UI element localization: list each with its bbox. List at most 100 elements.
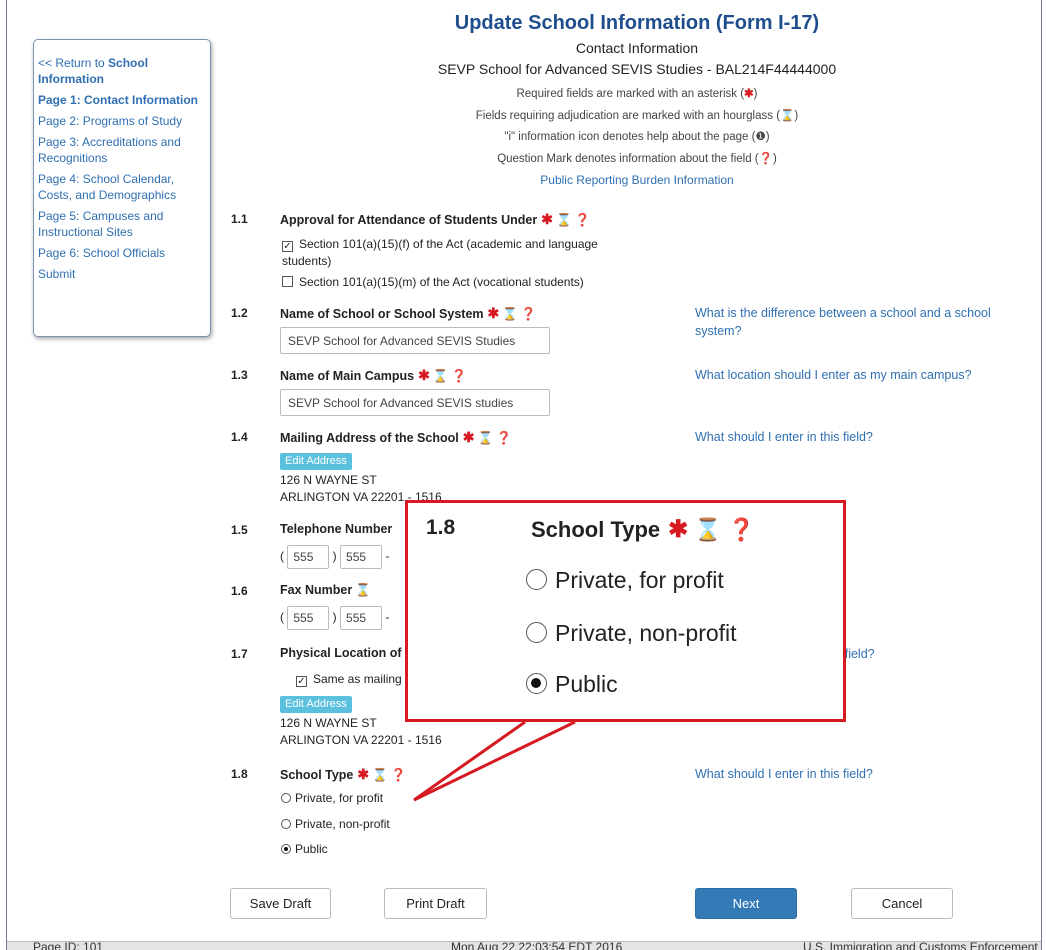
radio-private-non-profit[interactable]: Private, non-profit <box>281 817 390 831</box>
asterisk-icon: ✱ <box>668 516 689 543</box>
school-name-input[interactable]: SEVP School for Advanced SEVIS Studies <box>280 327 550 354</box>
footer-agency: U.S. Immigration and Customs Enforcement <box>803 941 1038 950</box>
radio-public[interactable]: Public <box>281 842 328 856</box>
field-label-main-campus: Name of Main Campus ✱ ⌛ ❓ <box>280 367 467 384</box>
callout-field-label: School Type ✱ ⌛ ❓ <box>531 516 756 543</box>
sidebar-item-school-officials[interactable]: Page 6: School Officials <box>38 245 206 261</box>
legend-question: Question Mark denotes information about … <box>497 153 777 165</box>
asterisk-icon: ✱ <box>541 211 553 227</box>
same-as-mailing-checkbox[interactable]: ✓ Same as mailing <box>296 671 402 688</box>
field-number: 1.2 <box>231 306 248 320</box>
field-number: 1.5 <box>231 523 248 537</box>
cancel-button[interactable]: Cancel <box>851 888 953 919</box>
return-to-school-info-link[interactable]: << Return to School Information <box>38 55 206 87</box>
field-label-fax: Fax Number ⌛ <box>280 583 371 597</box>
page-id: Page ID: 101 <box>33 941 104 950</box>
help-link-main-campus[interactable]: What location should I enter as my main … <box>695 366 972 384</box>
next-button[interactable]: Next <box>695 888 797 919</box>
hourglass-icon: ⌛ <box>555 213 572 227</box>
field-number: 1.4 <box>231 430 248 444</box>
radio-selected <box>526 673 547 694</box>
hourglass-icon: ⌛ <box>372 768 388 782</box>
page-footer: Page ID: 101 Mon Aug 22 22:03:54 EDT 201… <box>7 941 1041 950</box>
school-name-code: SEVP School for Advanced SEVIS Studies -… <box>437 61 837 77</box>
checkbox-section-f-cont: students) <box>282 254 332 268</box>
field-label-mailing-address: Mailing Address of the School ✱ ⌛ ❓ <box>280 429 512 446</box>
sidebar-item-contact-information: Page 1: Contact Information <box>38 93 199 107</box>
sidebar-item-programs-of-study[interactable]: Page 2: Programs of Study <box>38 113 206 129</box>
print-draft-button[interactable]: Print Draft <box>384 888 487 919</box>
asterisk-icon: ✱ <box>487 305 500 321</box>
checkbox-section-m[interactable]: Section 101(a)(15)(m) of the Act (vocati… <box>282 274 584 291</box>
page-subtitle: Contact Information <box>575 40 699 56</box>
radio-unselected <box>526 569 547 590</box>
asterisk-icon: ✱ <box>357 766 370 782</box>
hourglass-icon: ⌛ <box>477 431 494 445</box>
question-icon[interactable]: ❓ <box>575 213 591 228</box>
sidebar-item-campuses[interactable]: Page 5: Campuses and Instructional Sites <box>38 208 206 240</box>
asterisk-icon: ✱ <box>418 367 430 383</box>
phone-prefix-input[interactable]: 555 <box>340 545 383 569</box>
edit-mailing-address-button[interactable]: Edit Address <box>280 453 352 470</box>
callout-option-public: Public <box>526 671 618 698</box>
field-label-physical-location: Physical Location of <box>280 646 402 660</box>
callout-option-private-non-profit: Private, non-profit <box>526 620 737 647</box>
main-campus-input[interactable]: SEVP School for Advanced SEVIS studies <box>280 389 550 416</box>
field-label-approval: Approval for Attendance of Students Unde… <box>280 211 591 228</box>
field-label-school-type: School Type ✱ ⌛ ❓ <box>280 766 407 783</box>
checkbox-section-f[interactable]: ✓ Section 101(a)(15)(f) of the Act (acade… <box>282 236 598 253</box>
help-link-mailing-address[interactable]: What should I enter in this field? <box>695 428 873 446</box>
zoom-callout-school-type: 1.8 School Type ✱ ⌛ ❓ Private, for profit P… <box>405 500 846 722</box>
field-label-telephone: Telephone Number <box>280 522 393 536</box>
asterisk-icon: ✱ <box>462 429 475 445</box>
question-icon[interactable]: ❓ <box>496 431 512 446</box>
checkbox-unchecked[interactable] <box>282 276 293 287</box>
radio-unselected <box>526 622 547 643</box>
asterisk-icon: ✱ <box>744 88 754 100</box>
question-icon[interactable]: ❓ <box>521 307 537 322</box>
hourglass-icon: ⌛ <box>502 307 518 321</box>
checkbox-checked[interactable]: ✓ <box>296 676 307 687</box>
sidebar-nav: << Return to School Information Page 1: … <box>33 39 211 337</box>
page-title: Update School Information (Form I-17) <box>454 12 820 34</box>
help-link-school-vs-system[interactable]: What is the difference between a school … <box>695 304 991 340</box>
legend-info: "i" information icon denotes help about … <box>504 131 770 143</box>
info-icon[interactable]: ❶ <box>755 131 765 143</box>
field-label-school-name: Name of School or School System ✱ ⌛ ❓ <box>280 305 537 322</box>
radio-unselected[interactable] <box>281 819 291 829</box>
question-icon: ❓ <box>758 153 773 165</box>
fax-area-code-input[interactable]: 555 <box>287 606 330 630</box>
question-icon: ❓ <box>727 517 756 542</box>
checkbox-checked[interactable]: ✓ <box>282 241 293 252</box>
callout-option-private-for-profit: Private, for profit <box>526 567 724 594</box>
radio-selected[interactable] <box>281 844 291 854</box>
sidebar-item-accreditations[interactable]: Page 3: Accreditations and Recognitions <box>38 134 206 166</box>
field-number: 1.7 <box>231 647 248 661</box>
fax-prefix-input[interactable]: 555 <box>340 606 383 630</box>
field-number: 1.3 <box>231 368 248 382</box>
callout-field-number: 1.8 <box>426 516 456 539</box>
fax-input-group: ( 555 ) 555 - <box>280 606 389 630</box>
question-icon[interactable]: ❓ <box>451 369 467 384</box>
question-icon[interactable]: ❓ <box>391 768 407 783</box>
field-number: 1.6 <box>231 584 248 598</box>
help-link-school-type[interactable]: What should I enter in this field? <box>695 765 873 783</box>
save-draft-button[interactable]: Save Draft <box>230 888 331 919</box>
sidebar-item-calendar-costs[interactable]: Page 4: School Calendar, Costs, and Demo… <box>38 171 206 203</box>
telephone-input-group: ( 555 ) 555 - <box>280 545 389 569</box>
sidebar-item-submit[interactable]: Submit <box>38 266 206 282</box>
hourglass-icon: ⌛ <box>780 110 795 122</box>
field-number: 1.8 <box>231 767 248 781</box>
legend-required: Required fields are marked with an aster… <box>516 88 758 100</box>
hourglass-icon: ⌛ <box>694 517 722 542</box>
radio-private-for-profit[interactable]: Private, for profit <box>281 791 383 805</box>
legend-hourglass: Fields requiring adjudication are marked… <box>475 110 799 122</box>
phone-area-code-input[interactable]: 555 <box>287 545 330 569</box>
edit-physical-address-button[interactable]: Edit Address <box>280 696 352 713</box>
radio-unselected[interactable] <box>281 793 291 803</box>
hourglass-icon: ⌛ <box>355 583 371 597</box>
hourglass-icon: ⌛ <box>432 369 449 383</box>
field-number: 1.1 <box>231 212 248 226</box>
public-reporting-burden-link[interactable]: Public Reporting Burden Information <box>380 173 894 187</box>
footer-timestamp: Mon Aug 22 22:03:54 EDT 2016 <box>451 941 623 950</box>
